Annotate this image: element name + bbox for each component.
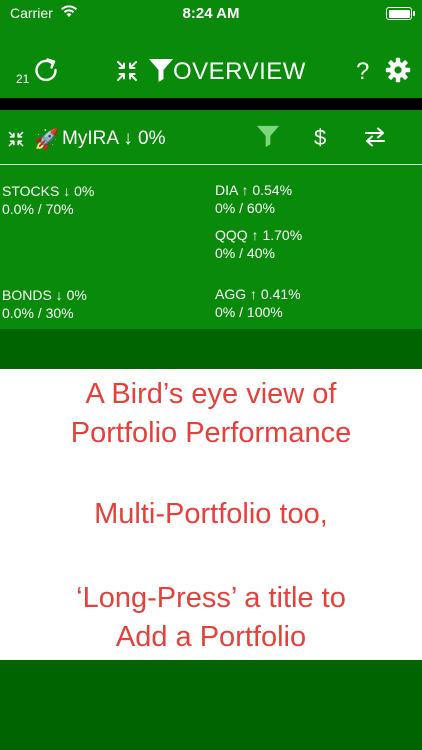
nav-bar: 21 OVERVIEW ? [0, 26, 422, 98]
currency-button[interactable]: $ [314, 125, 326, 151]
holding-allocation: 0% / 100% [215, 304, 283, 320]
holding-dia[interactable]: DIA ↑ 0.54% 0% / 60% [215, 181, 292, 217]
asset-class-title: STOCKS ↓ 0% [2, 183, 95, 199]
promo-line: Add a Portfolio [115, 621, 307, 653]
promo-line: Portfolio Performance [70, 417, 352, 449]
holding-agg[interactable]: AGG ↑ 0.41% 0% / 100% [215, 285, 301, 321]
asset-class-allocation: 0.0% / 30% [2, 305, 74, 321]
promo-line: ‘Long-Press’ a title to [76, 582, 346, 614]
status-bar: Carrier 8:24 AM [0, 0, 422, 26]
promo-line: Multi-Portfolio too, [94, 498, 328, 530]
refresh-icon[interactable] [32, 56, 60, 84]
help-button[interactable]: ? [356, 58, 369, 86]
clock: 8:24 AM [182, 5, 240, 22]
asset-class-allocation: 0.0% / 70% [2, 201, 74, 217]
collapse-icon[interactable] [8, 131, 24, 147]
holding-title: QQQ ↑ 1.70% [215, 227, 303, 243]
filter-icon[interactable] [256, 124, 280, 148]
holding-title: AGG ↑ 0.41% [215, 286, 301, 302]
separator-bar [0, 98, 422, 110]
collapse-icon[interactable] [116, 60, 138, 82]
battery-icon [386, 7, 415, 20]
portfolio-header[interactable]: 🚀 MyIRA ↓ 0% $ [0, 110, 422, 164]
holdings-grid: STOCKS ↓ 0% 0.0% / 70% BONDS ↓ 0% 0.0% /… [0, 165, 422, 329]
bottom-area [0, 660, 422, 750]
spacer-band [0, 329, 422, 369]
holding-title: DIA ↑ 0.54% [215, 182, 293, 198]
promo-line: A Bird’s eye view of [85, 378, 337, 410]
page-title[interactable]: OVERVIEW [173, 58, 306, 86]
holding-allocation: 0% / 60% [215, 200, 275, 216]
promo-banner: A Bird’s eye view of Portfolio Performan… [0, 369, 422, 660]
holding-allocation: 0% / 40% [215, 245, 275, 261]
swap-icon[interactable] [364, 126, 386, 148]
holding-qqq[interactable]: QQQ ↑ 1.70% 0% / 40% [215, 226, 302, 262]
refresh-count: 21 [16, 72, 30, 86]
portfolio-title[interactable]: MyIRA ↓ 0% [62, 128, 165, 150]
asset-class-title: BONDS ↓ 0% [2, 287, 87, 303]
asset-class-bonds[interactable]: BONDS ↓ 0% 0.0% / 30% [2, 286, 87, 322]
gear-icon[interactable] [385, 57, 411, 83]
asset-class-stocks[interactable]: STOCKS ↓ 0% 0.0% / 70% [2, 182, 94, 218]
rocket-icon: 🚀 [34, 129, 59, 151]
filter-icon[interactable] [148, 57, 174, 83]
